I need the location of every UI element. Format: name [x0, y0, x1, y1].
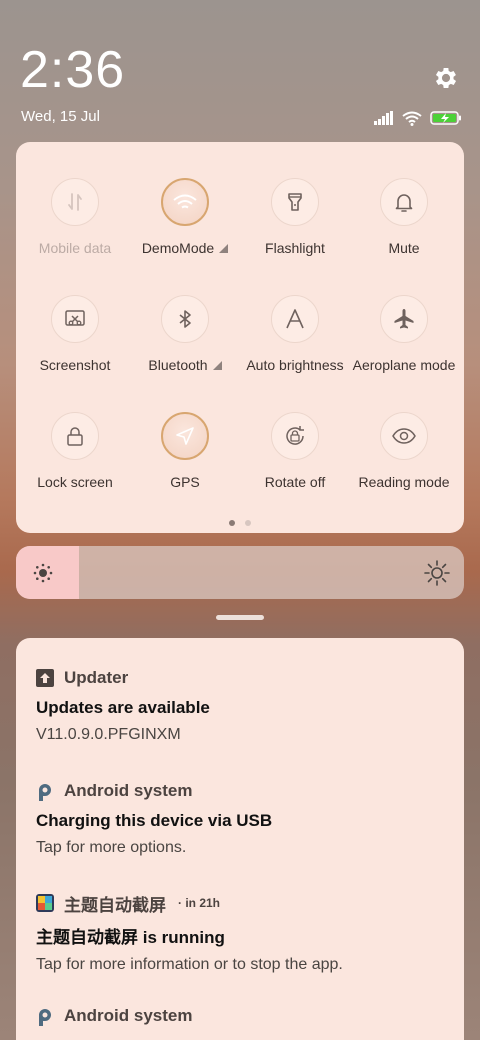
dropdown-triangle-icon[interactable] — [212, 360, 222, 370]
notification-title: Updates are available — [36, 698, 210, 717]
rotate-lock-icon — [271, 412, 319, 460]
screenshot-icon — [51, 295, 99, 343]
tile-auto-brightness[interactable]: Auto brightness — [240, 295, 350, 373]
airplane-icon — [380, 295, 428, 343]
tile-label: Bluetooth — [148, 357, 208, 373]
notification-android-system-2[interactable]: Android system — [36, 1005, 444, 1027]
auto-brightness-icon — [271, 295, 319, 343]
tile-label: Screenshot — [39, 357, 111, 373]
page-dot-active — [229, 520, 235, 526]
tile-aeroplane-mode[interactable]: Aeroplane mode — [349, 295, 459, 373]
updater-icon — [36, 669, 54, 687]
tile-bluetooth[interactable]: Bluetooth — [130, 295, 240, 373]
notification-panel: Updater Updates are available V11.0.9.0.… — [16, 638, 464, 1040]
status-icons — [374, 108, 462, 128]
tile-label: Mobile data — [38, 240, 112, 256]
eye-icon — [380, 412, 428, 460]
lock-icon — [51, 412, 99, 460]
notification-title: 主题自动截屏 is running — [36, 928, 225, 947]
drag-handle[interactable] — [216, 615, 264, 620]
mobile-data-icon — [51, 178, 99, 226]
app-name: Android system — [64, 1006, 193, 1025]
page-indicator — [16, 520, 464, 526]
notification-android-system[interactable]: Android system Charging this device via … — [36, 780, 444, 857]
tile-screenshot[interactable]: Screenshot — [20, 295, 130, 373]
brightness-slider[interactable] — [16, 546, 464, 599]
bluetooth-icon — [161, 295, 209, 343]
android-system-icon — [39, 784, 51, 801]
wifi-icon — [402, 111, 422, 126]
notification-theme-screenshot[interactable]: 主题自动截屏 · in 21h 主题自动截屏 is running Tap fo… — [36, 892, 444, 974]
wifi-icon — [161, 178, 209, 226]
tile-label: GPS — [170, 474, 200, 490]
flashlight-icon — [271, 178, 319, 226]
gear-icon[interactable] — [432, 64, 460, 92]
tile-gps[interactable]: GPS — [130, 412, 240, 490]
quick-settings-panel: Mobile data DemoMode Flashlight Mute Scr… — [16, 142, 464, 533]
tile-label: Rotate off — [264, 474, 326, 490]
notification-time: · in 21h — [178, 896, 221, 910]
notification-updater[interactable]: Updater Updates are available V11.0.9.0.… — [36, 667, 444, 744]
brightness-high-icon — [424, 560, 450, 586]
tile-label: Flashlight — [265, 240, 325, 256]
notification-text: V11.0.9.0.PFGINXM — [36, 726, 181, 743]
date[interactable]: Wed, 15 Jul — [21, 108, 100, 125]
app-name: Updater — [64, 668, 129, 687]
notification-text: Tap for more information or to stop the … — [36, 956, 343, 973]
tile-label: DemoMode — [141, 240, 215, 256]
tile-label: Aeroplane mode — [352, 357, 456, 373]
tile-label: Reading mode — [358, 474, 450, 490]
tile-label: Auto brightness — [246, 357, 344, 373]
tile-label: Lock screen — [37, 474, 113, 490]
tile-label: Mute — [388, 240, 420, 256]
page-dot[interactable] — [245, 520, 251, 526]
dropdown-triangle-icon[interactable] — [219, 243, 229, 253]
notification-text: Tap for more options. — [36, 839, 187, 856]
notification-title: Charging this device via USB — [36, 811, 273, 830]
app-icon — [36, 894, 54, 912]
tile-rotate-off[interactable]: Rotate off — [240, 412, 350, 490]
tile-flashlight[interactable]: Flashlight — [240, 178, 350, 256]
battery-charging-icon — [430, 111, 461, 125]
tile-demomode[interactable]: DemoMode — [130, 178, 240, 256]
location-icon — [161, 412, 209, 460]
brightness-low-icon — [33, 563, 53, 583]
app-name: Android system — [64, 781, 193, 800]
tile-mute[interactable]: Mute — [349, 178, 459, 256]
app-name: 主题自动截屏 — [64, 895, 166, 915]
tile-mobile-data[interactable]: Mobile data — [20, 178, 130, 256]
clock: 2:36 — [20, 41, 126, 99]
tile-lock-screen[interactable]: Lock screen — [20, 412, 130, 490]
signal-icon — [374, 111, 393, 125]
tile-reading-mode[interactable]: Reading mode — [349, 412, 459, 490]
bell-icon — [380, 178, 428, 226]
android-system-icon — [39, 1009, 51, 1026]
